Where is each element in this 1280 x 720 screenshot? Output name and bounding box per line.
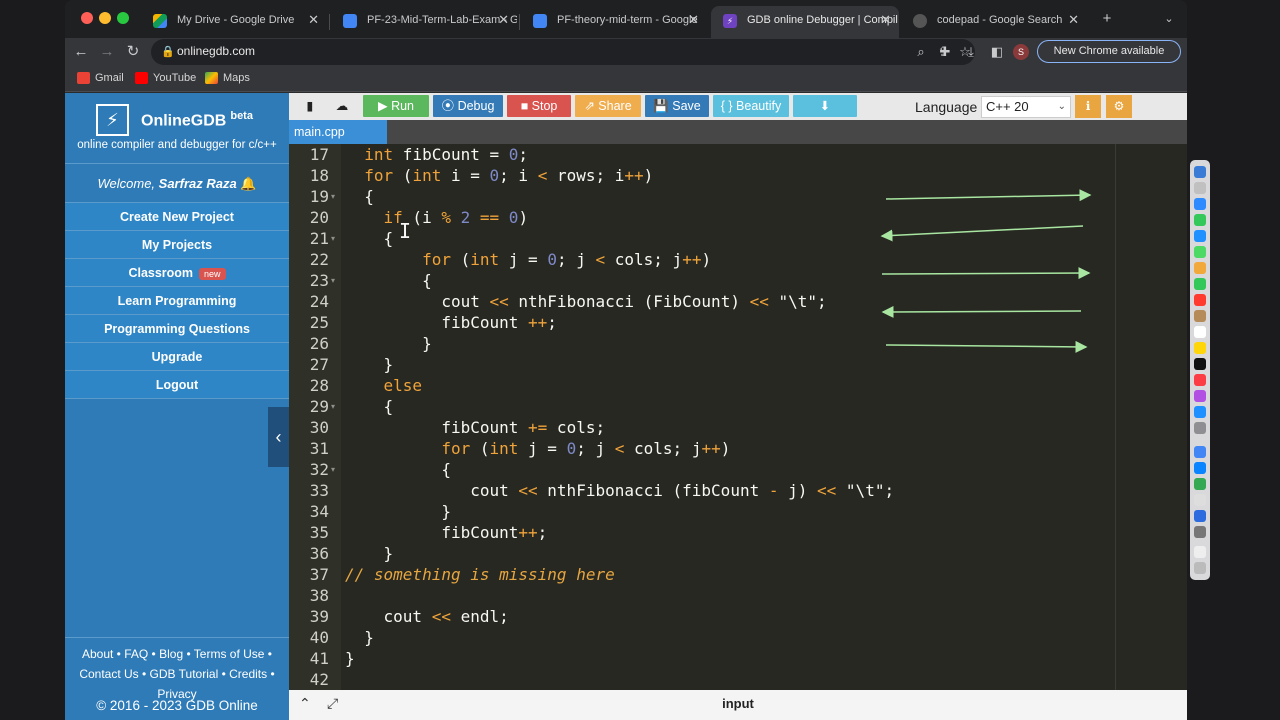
- podcasts-icon[interactable]: [1194, 390, 1206, 402]
- arrow-right-3: [885, 340, 1088, 353]
- edge-icon[interactable]: [1194, 462, 1206, 474]
- contacts-icon[interactable]: [1194, 310, 1206, 322]
- chrome-icon[interactable]: [1194, 446, 1206, 458]
- messages-icon[interactable]: [1194, 214, 1206, 226]
- launchpad-icon[interactable]: [1194, 182, 1206, 194]
- arrow-right-2: [881, 267, 1091, 280]
- music-icon[interactable]: [1194, 374, 1206, 386]
- maps-dock-icon[interactable]: [1194, 246, 1206, 258]
- photos-icon[interactable]: [1194, 262, 1206, 274]
- notes-icon[interactable]: [1194, 342, 1206, 354]
- annotation-arrows: I: [399, 189, 1092, 353]
- trash-icon[interactable]: [1194, 562, 1206, 574]
- finder-icon[interactable]: [1194, 166, 1206, 178]
- macos-dock: [1190, 160, 1210, 580]
- calendar-icon[interactable]: [1194, 294, 1206, 306]
- arrow-left-1: [880, 225, 1084, 242]
- safari-icon[interactable]: [1194, 198, 1206, 210]
- arrow-right-1: [885, 189, 1092, 202]
- mail-icon[interactable]: [1194, 230, 1206, 242]
- text-cursor-icon: I: [399, 219, 411, 243]
- app-icon[interactable]: [1194, 494, 1206, 506]
- downloads-stack-icon[interactable]: [1194, 546, 1206, 558]
- app-store-icon[interactable]: [1194, 406, 1206, 418]
- app-icon[interactable]: [1194, 478, 1206, 490]
- system-settings-icon[interactable]: [1194, 422, 1206, 434]
- app-icon[interactable]: [1194, 526, 1206, 538]
- facetime-icon[interactable]: [1194, 278, 1206, 290]
- arrow-left-2: [881, 305, 1082, 318]
- tv-icon[interactable]: [1194, 358, 1206, 370]
- app-icon[interactable]: [1194, 510, 1206, 522]
- reminders-icon[interactable]: [1194, 326, 1206, 338]
